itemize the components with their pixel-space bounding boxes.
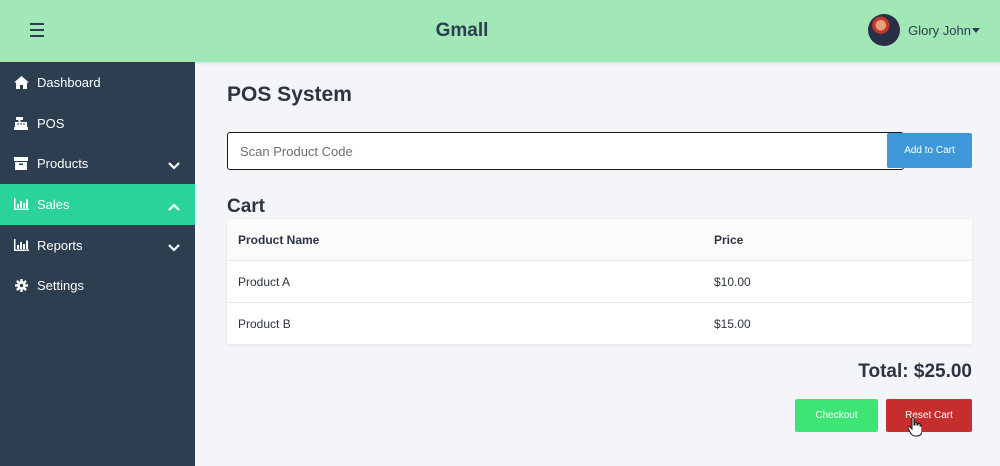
add-to-cart-button[interactable]: Add to Cart	[887, 133, 972, 168]
table-row: Product B $15.00	[227, 302, 972, 344]
chevron-down-icon[interactable]	[168, 240, 180, 255]
brand-title: Gmall	[435, 20, 489, 41]
caret-down-icon[interactable]	[972, 27, 980, 33]
sidebar-item-pos[interactable]: POS	[0, 103, 195, 144]
table-header-row: Product Name Price	[227, 219, 972, 260]
price-cell: $10.00	[714, 274, 751, 289]
page-title: POS System	[227, 83, 352, 106]
cart-title: Cart	[227, 196, 266, 217]
sidebar-item-products[interactable]: Products	[0, 143, 195, 184]
sidebar-item-label: Products	[37, 156, 89, 172]
gear-icon	[13, 279, 29, 293]
box-icon	[13, 157, 29, 171]
user-avatar[interactable]	[868, 14, 901, 46]
scan-product-input[interactable]	[227, 132, 904, 170]
product-name-cell: Product B	[238, 316, 291, 331]
column-header-product-name: Product Name	[238, 232, 320, 247]
table-row: Product A $10.00	[227, 260, 972, 302]
cart-table: Product Name Price Product A $10.00 Prod…	[227, 219, 972, 344]
pointer-cursor-icon	[907, 416, 923, 442]
user-menu[interactable]: Glory John	[868, 14, 980, 46]
chevron-down-icon[interactable]	[168, 158, 180, 173]
sidebar-item-label: POS	[37, 115, 65, 131]
main-content: POS System Add to Cart Cart Product Name…	[195, 62, 1000, 466]
sidebar-item-label: Settings	[37, 278, 84, 294]
sidebar: Dashboard POS Products Sales Reports Set…	[0, 62, 195, 466]
sidebar-item-reports[interactable]: Reports	[0, 225, 195, 266]
sidebar-item-label: Dashboard	[37, 74, 101, 90]
home-icon	[13, 75, 29, 89]
sidebar-item-sales[interactable]: Sales	[0, 184, 195, 225]
sidebar-item-settings[interactable]: Settings	[0, 265, 195, 306]
cart-total: Total: $25.00	[858, 361, 972, 382]
bar-chart-icon	[13, 238, 29, 252]
column-header-price: Price	[714, 232, 744, 247]
sidebar-item-label: Reports	[37, 237, 83, 253]
user-name[interactable]: Glory John	[908, 23, 971, 38]
cash-register-icon	[13, 116, 29, 130]
reset-cart-button[interactable]: Reset Cart	[886, 399, 972, 432]
checkout-button[interactable]: Checkout	[795, 399, 878, 432]
sidebar-item-dashboard[interactable]: Dashboard	[0, 62, 195, 103]
product-name-cell: Product A	[238, 274, 291, 289]
chevron-up-icon[interactable]	[168, 199, 180, 214]
bar-chart-icon	[13, 197, 29, 211]
price-cell: $15.00	[714, 316, 751, 331]
top-bar: Gmall Glory John	[0, 0, 1000, 62]
sidebar-item-label: Sales	[37, 196, 70, 212]
